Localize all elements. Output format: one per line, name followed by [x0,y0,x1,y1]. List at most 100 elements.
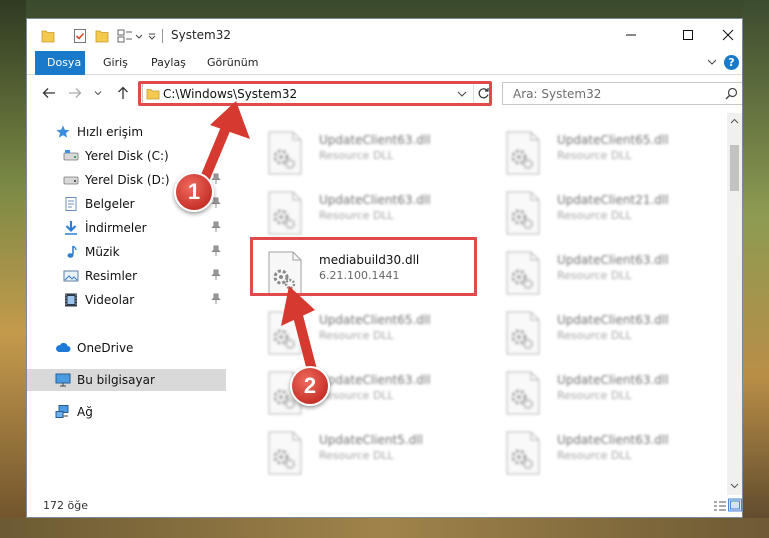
tab-file[interactable]: Dosya [35,51,85,75]
back-button[interactable] [41,85,57,101]
search-input[interactable]: Ara: System32 [502,82,742,105]
up-button[interactable] [115,85,131,101]
sidebar-item-music[interactable]: Müzik [27,241,226,263]
sidebar-item-label: Belgeler [85,197,135,211]
file-item[interactable]: UpdateClient63.dll Resource DLL [247,185,477,245]
dll-file-icon [268,431,302,475]
customize-icon[interactable] [117,28,133,44]
file-name: UpdateClient63.dll [319,133,431,147]
folder-icon [41,30,55,43]
maximize-button[interactable] [665,19,711,51]
desktop-wallpaper-right [743,0,769,538]
file-item[interactable]: UpdateClient63.dll Resource DLL [247,125,477,185]
item-count: 172 öğe [43,499,88,512]
large-icons-view-icon[interactable] [728,498,742,512]
details-view-icon[interactable] [713,499,727,513]
maximize-icon [683,30,693,40]
dll-file-icon [506,311,540,355]
dll-file-icon [268,191,302,235]
pin-icon[interactable] [211,293,221,305]
tab-view[interactable]: Görünüm [195,51,270,75]
scroll-down-icon[interactable] [730,483,739,489]
pin-icon[interactable] [211,269,221,281]
step-badge-2: 2 [290,366,330,406]
forward-button[interactable] [67,85,83,101]
sidebar-item-onedrive[interactable]: OneDrive [27,337,226,359]
sidebar-item-pictures[interactable]: Resimler [27,265,226,287]
step-badge-1: 1 [174,172,214,212]
videos-icon [65,293,77,307]
file-description: Resource DLL [319,149,394,162]
chevron-down-icon[interactable] [135,28,143,44]
sidebar-item-label: Hızlı erişim [77,125,144,139]
title-bar: System32 [27,19,742,51]
file-name: UpdateClient63.dll [557,253,669,267]
close-button[interactable] [713,19,742,51]
ribbon-tabs: Dosya Giriş Paylaş Görünüm ? [27,51,742,75]
sidebar-item-label: Ağ [77,405,93,419]
scrollbar-thumb[interactable] [730,145,739,191]
dll-file-icon [506,131,540,175]
tab-home[interactable]: Giriş [91,51,140,75]
properties-icon[interactable] [73,28,87,44]
star-icon [56,125,70,138]
file-name: UpdateClient63.dll [557,313,669,327]
new-folder-icon[interactable] [95,28,109,44]
computer-icon [55,373,71,387]
dll-file-icon [506,191,540,235]
file-description: Resource DLL [557,389,632,402]
file-item[interactable]: UpdateClient65.dll Resource DLL [485,125,715,185]
file-item[interactable]: UpdateClient63.dll Resource DLL [485,425,715,485]
file-item[interactable]: UpdateClient5.dll Resource DLL [247,425,477,485]
dll-file-icon [268,131,302,175]
drive-icon [63,176,79,185]
sidebar-item-this-pc[interactable]: Bu bilgisayar [27,369,226,391]
downloads-icon [65,221,77,235]
file-description: Resource DLL [557,449,632,462]
file-name: UpdateClient63.dll [319,193,431,207]
file-item[interactable]: UpdateClient21.dll Resource DLL [485,185,715,245]
file-name: UpdateClient5.dll [319,433,423,447]
file-description: Resource DLL [557,329,632,342]
file-name: UpdateClient21.dll [557,193,669,207]
status-bar: 172 öğe [27,495,742,517]
cloud-icon [56,342,71,352]
sidebar-item-label: OneDrive [77,341,134,355]
file-name: UpdateClient63.dll [557,433,669,447]
desktop-wallpaper-left [0,0,26,538]
scroll-up-icon[interactable] [730,118,739,124]
quick-access-dropdown-icon[interactable] [147,28,157,44]
minimize-button[interactable] [608,19,654,51]
sidebar-item-label: Videolar [85,293,135,307]
sidebar-item-videos[interactable]: Videolar [27,289,226,311]
recent-locations-button[interactable] [93,85,103,101]
pictures-icon [63,270,79,282]
dll-file-icon [506,431,540,475]
file-description: Resource DLL [557,149,632,162]
sidebar-item-label: İndirmeler [85,221,147,235]
window-title: System32 [171,28,232,42]
file-item[interactable]: UpdateClient63.dll Resource DLL [485,365,715,425]
file-item[interactable]: UpdateClient63.dll Resource DLL [485,305,715,365]
file-item[interactable]: UpdateClient63.dll Resource DLL [485,245,715,305]
title-separator [162,29,163,43]
sidebar-item-label: Resimler [85,269,138,283]
search-icon[interactable] [725,87,738,100]
documents-icon [65,197,77,211]
file-description: Resource DLL [319,209,394,222]
chevron-down-icon[interactable] [707,57,717,67]
tab-share[interactable]: Paylaş [139,51,198,75]
sidebar-item-network[interactable]: Ağ [27,401,226,423]
sidebar-item-downloads[interactable]: İndirmeler [27,217,226,239]
network-icon [55,405,69,418]
vertical-scrollbar[interactable] [727,113,742,495]
help-icon[interactable]: ? [724,55,739,70]
file-description: Resource DLL [557,269,632,282]
file-description: Resource DLL [319,449,394,462]
dll-file-icon [506,251,540,295]
sidebar-item-label: Bu bilgisayar [77,373,155,387]
close-icon [722,29,734,41]
pin-icon[interactable] [211,245,221,257]
file-name: UpdateClient63.dll [557,373,669,387]
pin-icon[interactable] [211,221,221,233]
